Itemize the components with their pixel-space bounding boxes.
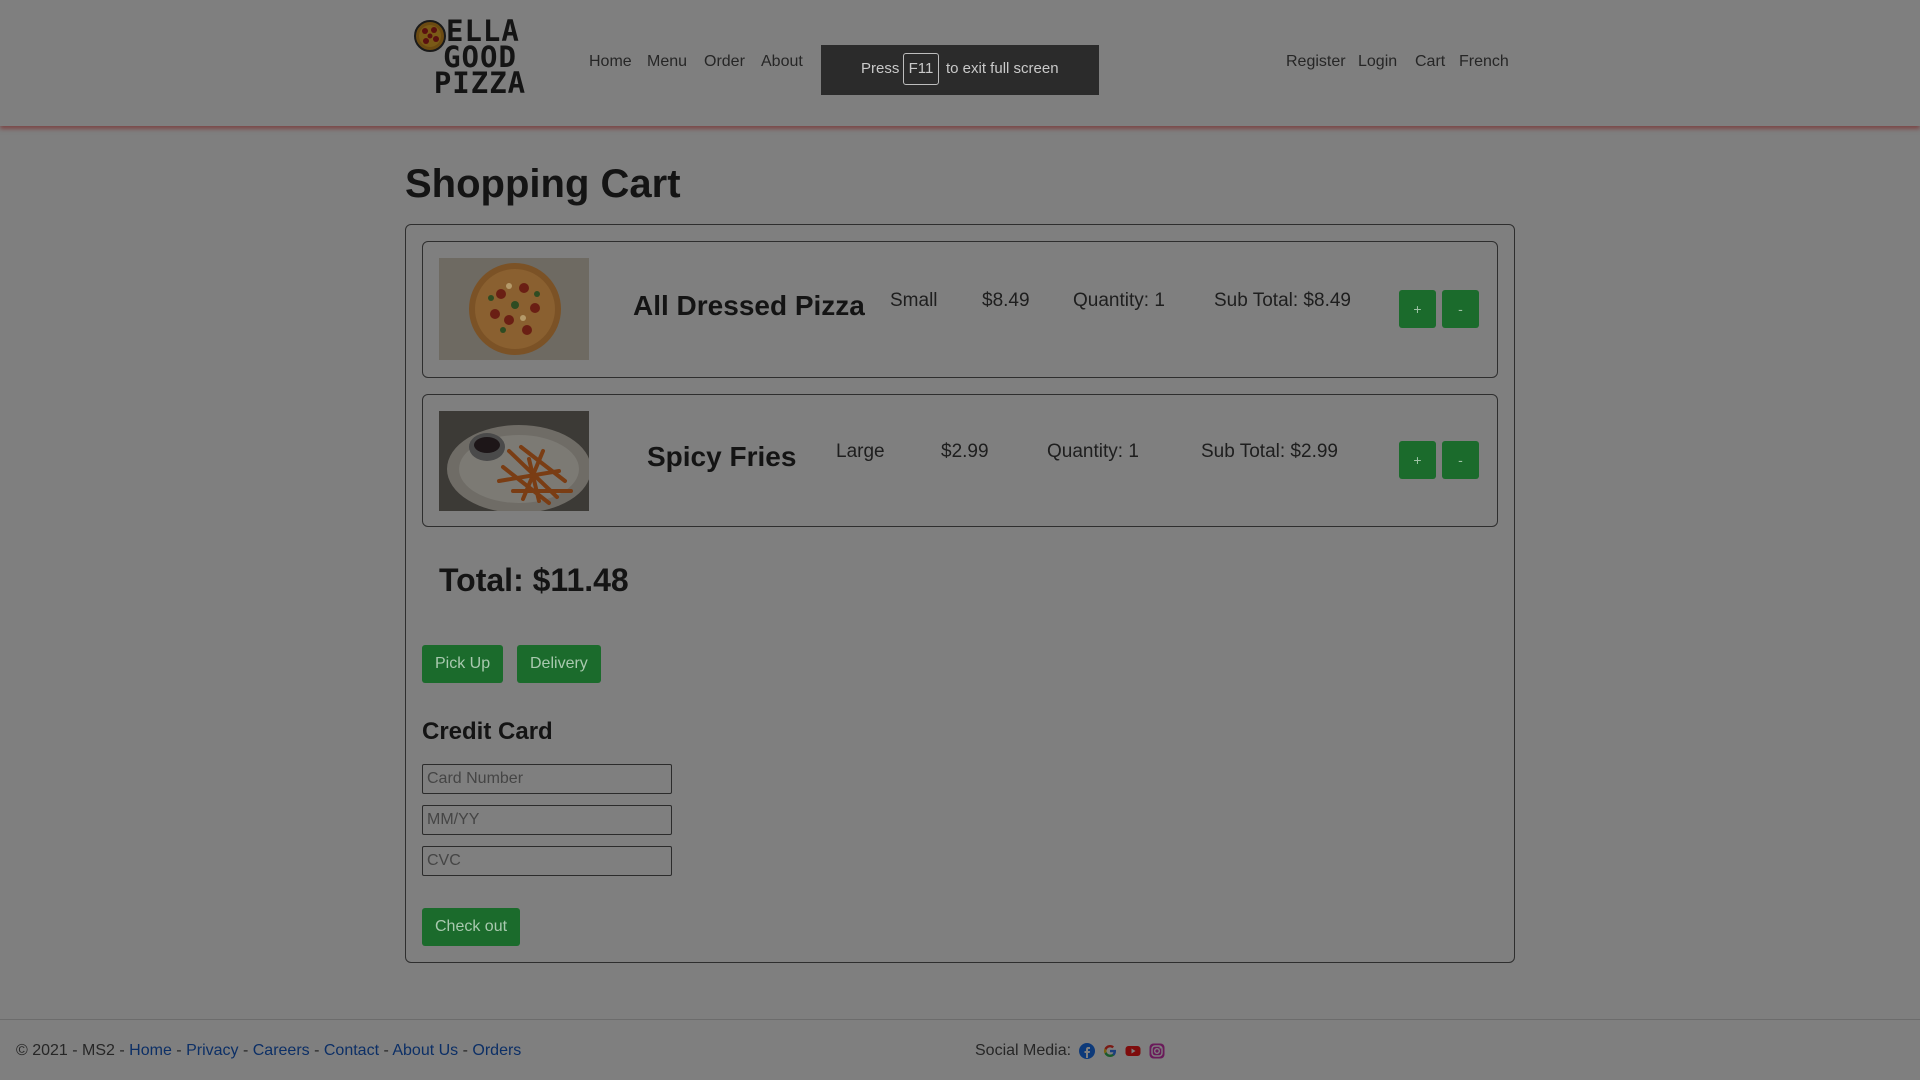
google-icon[interactable] bbox=[1102, 1043, 1118, 1059]
footer-link-contact[interactable]: Contact bbox=[324, 1042, 379, 1059]
cvc-field[interactable] bbox=[422, 846, 672, 876]
nav-order[interactable]: Order bbox=[704, 53, 745, 71]
footer-link-careers[interactable]: Careers bbox=[253, 1042, 310, 1059]
toast-key-badge: F11 bbox=[903, 53, 939, 85]
footer-link-orders[interactable]: Orders bbox=[472, 1042, 521, 1059]
item-size: Small bbox=[890, 290, 938, 311]
increase-quantity-button[interactable]: + bbox=[1399, 290, 1436, 328]
item-quantity: Quantity: 1 bbox=[1073, 290, 1165, 311]
card-number-field[interactable] bbox=[422, 764, 672, 794]
footer-separator: - bbox=[458, 1042, 473, 1059]
cart-item-pizza: All Dressed Pizza Small $8.49 Quantity: … bbox=[422, 241, 1498, 378]
footer-separator: - bbox=[379, 1042, 393, 1059]
item-price: $2.99 bbox=[941, 441, 989, 462]
fullscreen-toast: Press F11 to exit full screen bbox=[821, 45, 1099, 95]
footer-links: © 2021 - MS2 - Home - Privacy - Careers … bbox=[16, 1042, 521, 1060]
item-name: Spicy Fries bbox=[647, 441, 797, 472]
footer-separator: - bbox=[238, 1042, 253, 1059]
cart-total: Total: $11.48 bbox=[439, 562, 629, 598]
pickup-button[interactable]: Pick Up bbox=[422, 645, 504, 683]
youtube-icon[interactable] bbox=[1125, 1043, 1141, 1059]
logo-line-3: PIZZA bbox=[433, 66, 527, 100]
footer-link-home[interactable]: Home bbox=[129, 1042, 172, 1059]
expiry-field[interactable] bbox=[422, 805, 672, 835]
decrease-quantity-button[interactable]: - bbox=[1442, 290, 1479, 328]
item-quantity: Quantity: 1 bbox=[1047, 441, 1139, 462]
decrease-quantity-button[interactable]: - bbox=[1442, 441, 1479, 479]
nav-login[interactable]: Login bbox=[1358, 53, 1397, 71]
site-footer: © 2021 - MS2 - Home - Privacy - Careers … bbox=[0, 1019, 1920, 1080]
footer-link-privacy[interactable]: Privacy bbox=[186, 1042, 238, 1059]
pizza-image bbox=[439, 258, 589, 360]
logo-wordmark: ELLA GOOD PIZZA bbox=[412, 17, 548, 100]
item-price: $8.49 bbox=[982, 290, 1030, 311]
footer-link-about-us[interactable]: About Us bbox=[392, 1042, 458, 1059]
credit-card-heading: Credit Card bbox=[422, 718, 553, 745]
checkout-button[interactable]: Check out bbox=[422, 908, 521, 946]
facebook-icon[interactable] bbox=[1078, 1042, 1095, 1059]
fries-image bbox=[439, 411, 589, 511]
cart-container: All Dressed Pizza Small $8.49 Quantity: … bbox=[405, 224, 1515, 963]
nav-french[interactable]: French bbox=[1459, 53, 1509, 71]
site-logo[interactable]: ELLA GOOD PIZZA bbox=[412, 17, 548, 102]
footer-separator: - bbox=[171, 1042, 187, 1059]
footer-copyright: © 2021 - MS2 - bbox=[16, 1042, 130, 1059]
footer-social: Social Media: bbox=[975, 1042, 1165, 1060]
nav-cart[interactable]: Cart bbox=[1415, 53, 1445, 71]
toast-press-text: Press bbox=[861, 60, 900, 77]
item-size: Large bbox=[836, 441, 885, 462]
toast-message: to exit full screen bbox=[946, 60, 1059, 77]
nav-about[interactable]: About bbox=[761, 53, 803, 71]
delivery-button[interactable]: Delivery bbox=[517, 645, 601, 683]
nav-home[interactable]: Home bbox=[589, 53, 632, 71]
item-subtotal: Sub Total: $2.99 bbox=[1201, 441, 1338, 462]
page-title: Shopping Cart bbox=[405, 162, 681, 206]
item-subtotal: Sub Total: $8.49 bbox=[1214, 290, 1351, 311]
footer-separator: - bbox=[309, 1042, 324, 1059]
increase-quantity-button[interactable]: + bbox=[1399, 441, 1436, 479]
item-name: All Dressed Pizza bbox=[633, 290, 865, 321]
nav-menu[interactable]: Menu bbox=[647, 53, 687, 71]
instagram-icon[interactable] bbox=[1149, 1043, 1165, 1059]
nav-register[interactable]: Register bbox=[1286, 53, 1346, 71]
cart-item-fries: Spicy Fries Large $2.99 Quantity: 1 Sub … bbox=[422, 394, 1498, 527]
social-media-label: Social Media: bbox=[975, 1042, 1072, 1059]
